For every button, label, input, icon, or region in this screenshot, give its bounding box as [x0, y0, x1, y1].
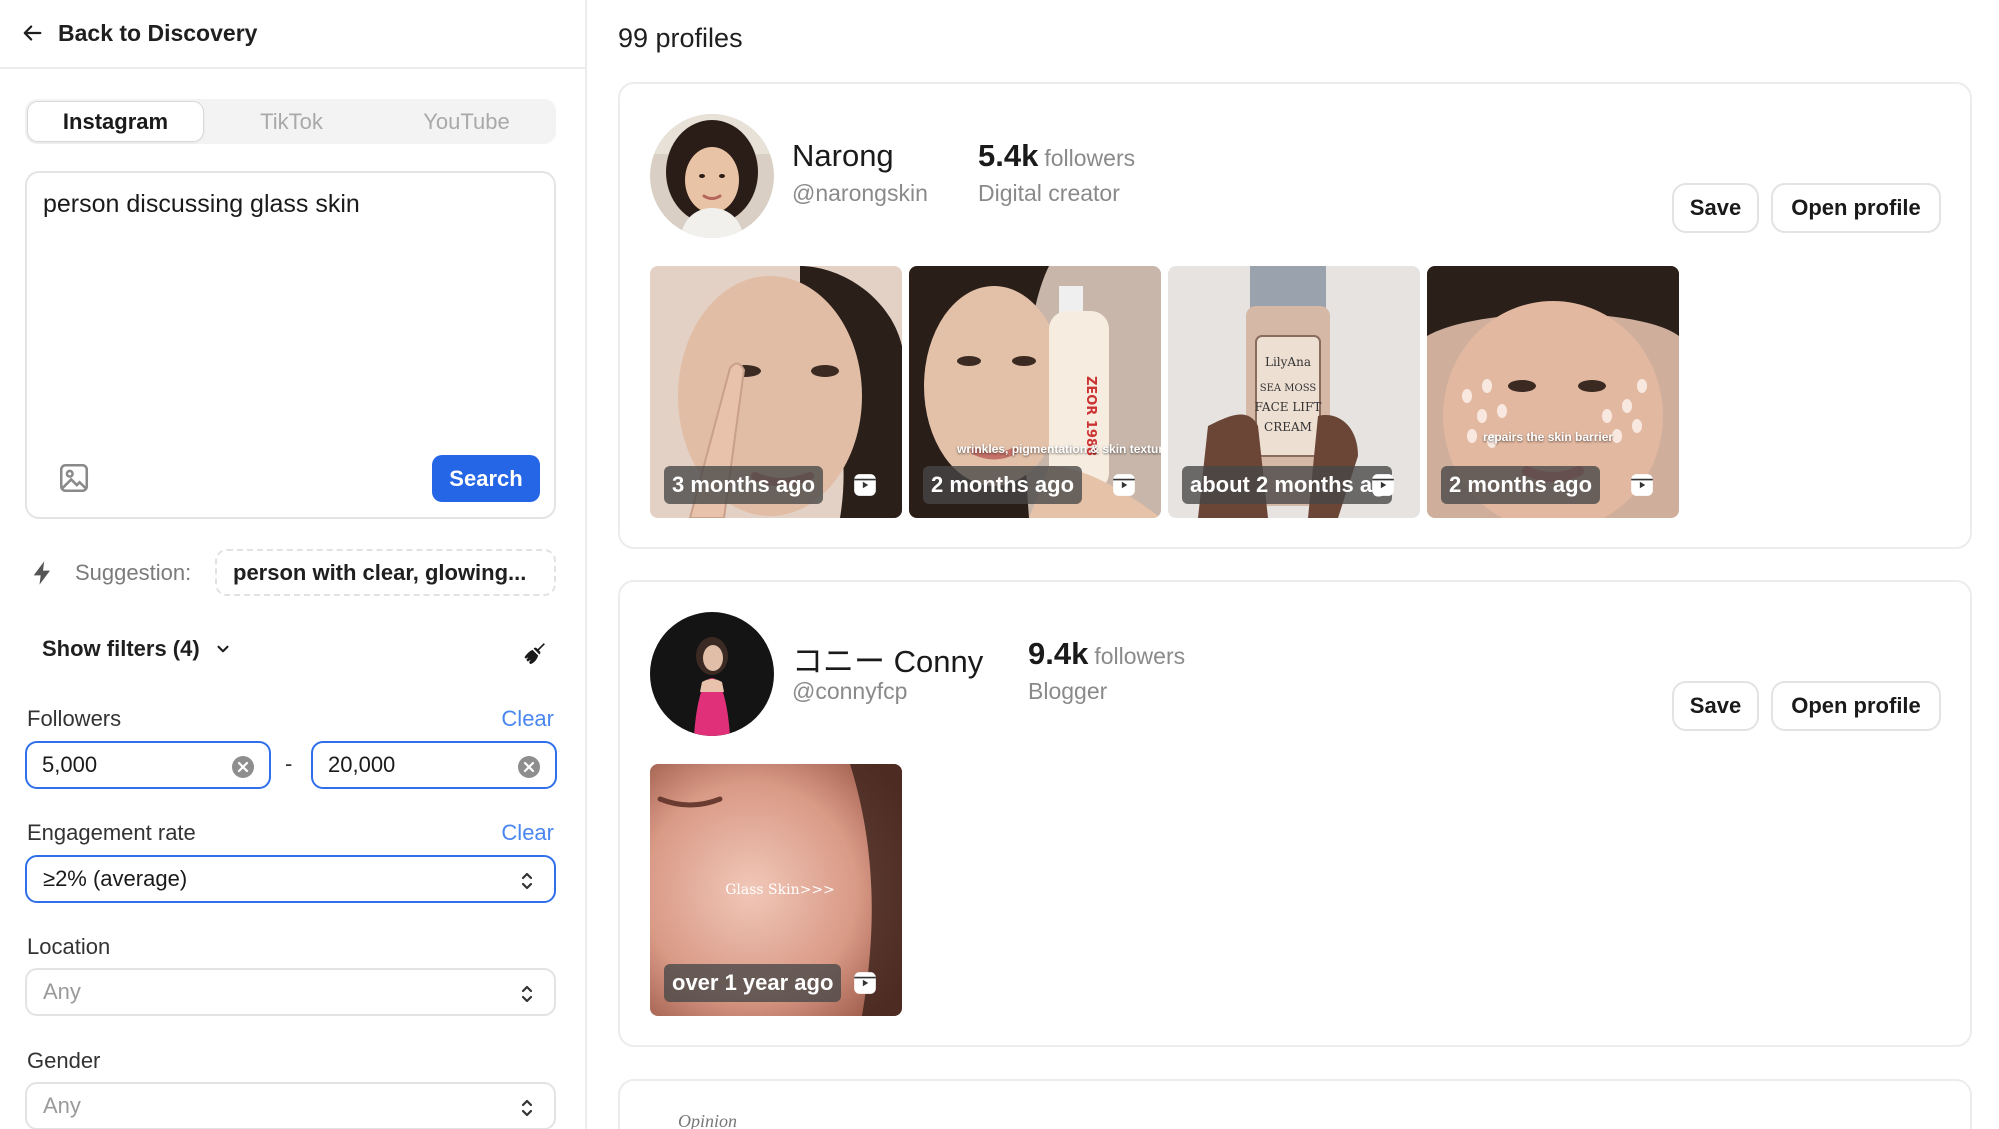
post-thumbnail[interactable]: 3 months ago [650, 266, 902, 518]
reels-icon [1631, 474, 1653, 496]
open-profile-button[interactable]: Open profile [1771, 183, 1941, 233]
followers-label: followers [1094, 643, 1186, 669]
followers-max-value: 20,000 [328, 752, 396, 777]
post-caption: Glass Skin>>> [725, 882, 835, 898]
follower-stats: 5.4k followers [978, 138, 1135, 174]
image-icon [59, 463, 89, 493]
back-label: Back to Discovery [58, 19, 258, 46]
profile-category: Blogger [1028, 678, 1108, 704]
chevron-down-icon [217, 645, 229, 653]
filters-sidebar: Back to Discovery Instagram TikTok YouTu… [0, 0, 587, 1129]
followers-min-value: 5,000 [42, 752, 98, 777]
select-arrows-icon [521, 1099, 533, 1117]
post-age-badge: 3 months ago [664, 466, 824, 504]
svg-text:LilyAna: LilyAna [1265, 355, 1311, 369]
profile-handle: @connyfcp [792, 678, 908, 704]
followers-clear-link[interactable]: Clear [501, 706, 554, 732]
select-arrows-icon [521, 872, 533, 890]
save-button[interactable]: Save [1672, 183, 1759, 233]
lightning-icon [33, 560, 50, 585]
post-caption: wrinkles, pigmentation & skin texture, t… [957, 442, 1161, 456]
post-caption: repairs the skin barrier [1483, 430, 1614, 444]
post-age-badge: about 2 months ago [1182, 466, 1392, 504]
tab-youtube[interactable]: YouTube [379, 101, 554, 142]
reels-icon [854, 972, 876, 994]
engagement-select[interactable]: ≥2% (average) [25, 855, 556, 903]
partial-card-text: Opinion [678, 1111, 738, 1129]
profile-name[interactable]: Narong [792, 138, 894, 174]
broom-icon[interactable] [521, 639, 549, 667]
followers-count: 9.4k [1028, 636, 1089, 671]
range-separator: - [285, 751, 293, 776]
image-upload-button[interactable] [57, 461, 91, 495]
back-to-discovery-link[interactable]: Back to Discovery [22, 14, 257, 52]
tab-tiktok[interactable]: TikTok [204, 101, 379, 142]
suggestion-label: Suggestion: [75, 559, 192, 585]
search-query-text[interactable]: person discussing glass skin [43, 187, 533, 221]
open-profile-button[interactable]: Open profile [1771, 681, 1941, 731]
gender-select[interactable]: Any [25, 1082, 556, 1129]
follower-stats: 9.4k followers [1028, 636, 1185, 672]
svg-text:CREAM: CREAM [1264, 420, 1312, 434]
profile-handle: @narongskin [792, 180, 928, 206]
followers-max-input[interactable]: 20,000 [311, 741, 557, 789]
search-button[interactable]: Search [432, 455, 540, 502]
avatar[interactable] [650, 612, 774, 736]
clear-circle-icon[interactable] [231, 755, 255, 779]
location-value: Any [43, 979, 81, 1004]
followers-label: Followers [27, 706, 122, 731]
post-age-badge: over 1 year ago [664, 964, 842, 1002]
svg-text:SEA MOSS: SEA MOSS [1260, 383, 1317, 394]
profile-card: Opinion [618, 1079, 1972, 1129]
suggestion-row: Suggestion: person with clear, glowing..… [25, 549, 556, 596]
avatar[interactable] [650, 114, 774, 238]
followers-count: 5.4k [978, 138, 1039, 173]
followers-label: followers [1044, 145, 1136, 171]
select-arrows-icon [521, 985, 533, 1003]
post-thumbnail[interactable]: Glass Skin>>> over 1 year ago [650, 764, 902, 1016]
save-button[interactable]: Save [1672, 681, 1759, 731]
gender-label: Gender [27, 1048, 101, 1073]
clear-circle-icon[interactable] [517, 755, 541, 779]
avatar-image [650, 114, 774, 238]
reels-icon [1372, 474, 1394, 496]
followers-min-input[interactable]: 5,000 [25, 741, 271, 789]
gender-value: Any [43, 1093, 81, 1118]
profile-card: Narong @narongskin 5.4k followers Digital… [618, 82, 1972, 549]
engagement-value: ≥2% (average) [43, 866, 188, 891]
post-age-badge: 2 months ago [1441, 466, 1601, 504]
filters-label: Show filters (4) [42, 636, 200, 661]
sidebar-divider [0, 67, 587, 69]
engagement-clear-link[interactable]: Clear [501, 820, 554, 846]
profile-card: コニー Conny @connyfcp 9.4k followers Blogge… [618, 580, 1972, 1047]
arrow-left-icon [23, 25, 42, 41]
platform-tabs: Instagram TikTok YouTube [25, 99, 556, 144]
reels-icon [854, 474, 876, 496]
profile-count: 99 profiles [618, 23, 743, 53]
search-query-box[interactable]: person discussing glass skin Search [25, 171, 556, 519]
tab-instagram[interactable]: Instagram [27, 101, 204, 142]
avatar-image [650, 612, 774, 736]
show-filters-toggle[interactable]: Show filters (4) [42, 636, 232, 662]
post-thumbnail[interactable]: repairs the skin barrier 2 months ago [1427, 266, 1679, 518]
location-select[interactable]: Any [25, 968, 556, 1016]
post-age-badge: 2 months ago [923, 466, 1083, 504]
post-thumbnail[interactable]: LilyAna SEA MOSS FACE LIFT CREAM about 2… [1168, 266, 1420, 518]
location-label: Location [27, 934, 111, 959]
results-panel: 99 profiles Narong @narongskin 5.4k follo… [589, 0, 1999, 1129]
post-thumbnail[interactable]: ZEOR 1988 wrinkles, pigmentation & skin … [909, 266, 1161, 518]
engagement-label: Engagement rate [27, 820, 196, 845]
reels-icon [1113, 474, 1135, 496]
profile-name[interactable]: コニー Conny [792, 636, 983, 681]
profile-category: Digital creator [978, 180, 1120, 206]
svg-text:FACE LIFT: FACE LIFT [1255, 400, 1322, 414]
suggestion-chip[interactable]: person with clear, glowing... [215, 549, 556, 596]
